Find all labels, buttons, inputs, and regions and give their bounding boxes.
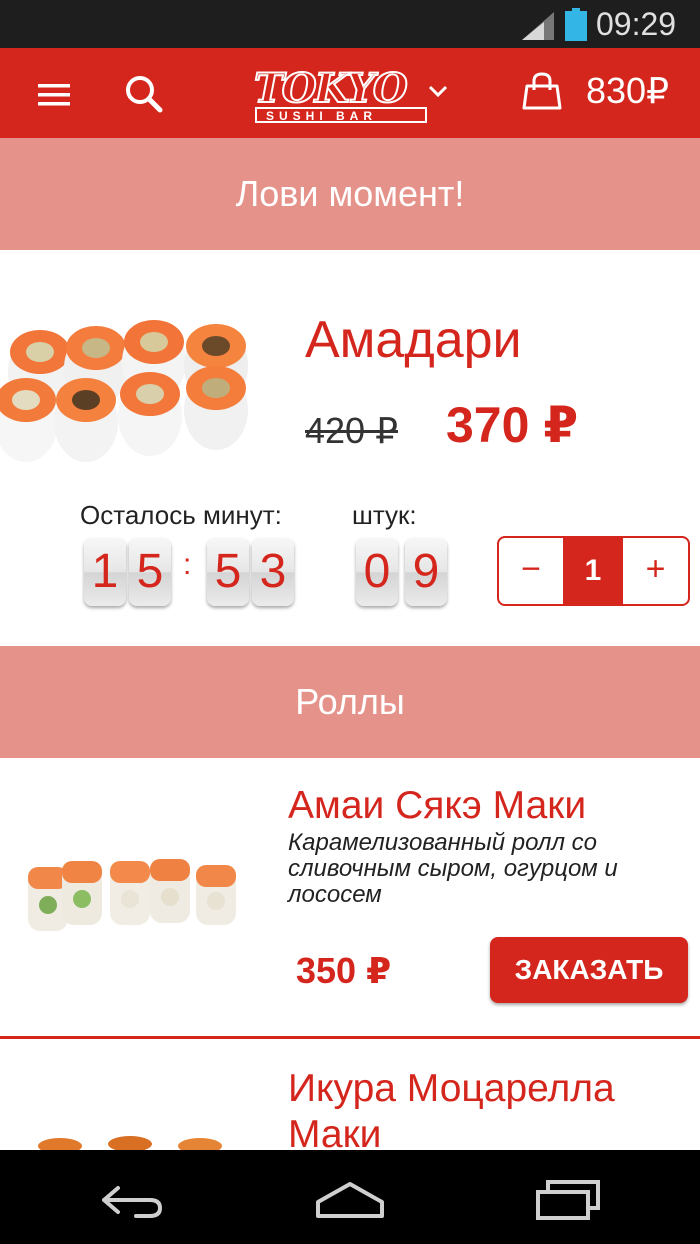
promo-new-price: 370 ₽ (446, 397, 579, 453)
product-description: Карамелизованный ролл со сливочным сыром… (288, 829, 618, 908)
search-icon[interactable] (122, 72, 166, 116)
product-title[interactable]: Амаи Сякэ Маки (288, 783, 688, 829)
promo-roll-image (0, 320, 248, 462)
minutes-left-label: Осталось минут: (80, 500, 282, 530)
tokyo-sushi-bar-logo[interactable]: TOKYO SUSHI BAR (250, 58, 430, 128)
order-button[interactable]: ЗАКАЗАТЬ (490, 937, 688, 1003)
timer-digit: 1 (84, 538, 126, 606)
product-title[interactable]: Икура Моцарелла Маки (288, 1066, 688, 1158)
shopping-bag-icon[interactable] (522, 72, 562, 110)
quantity-value: 1 (563, 538, 623, 604)
app-screen: 09:29 TOKYO SUSHI BAR 830₽ Лови момент! (0, 0, 700, 1244)
product-image[interactable] (0, 1060, 270, 1150)
pieces-digit: 9 (405, 538, 447, 606)
promo-title: Амадари (305, 311, 522, 369)
promo-old-price: 420 ₽ (305, 410, 398, 451)
quantity-stepper: − 1 + (497, 536, 690, 606)
timer-digit: 5 (207, 538, 249, 606)
menu-icon[interactable] (36, 80, 74, 110)
status-bar (0, 0, 700, 48)
home-icon[interactable] (314, 1180, 386, 1220)
pieces-left-label: штук: (352, 500, 417, 530)
battery-icon (565, 8, 587, 41)
recent-apps-icon[interactable] (534, 1178, 602, 1222)
signal-icon (522, 12, 554, 40)
timer-separator: : (183, 548, 192, 581)
decrease-quantity-button[interactable]: − (499, 538, 563, 604)
card-divider (0, 1036, 700, 1039)
back-icon[interactable] (96, 1180, 166, 1220)
chevron-down-icon[interactable] (426, 82, 450, 100)
timer-digit: 5 (129, 538, 171, 606)
pieces-digit: 0 (356, 538, 398, 606)
timer-digit: 3 (252, 538, 294, 606)
promo-header: Лови момент! (0, 138, 700, 250)
section-header-rolls: Роллы (0, 646, 700, 758)
product-price: 350 ₽ (296, 950, 392, 991)
cart-total[interactable]: 830₽ (586, 70, 669, 112)
increase-quantity-button[interactable]: + (623, 538, 688, 604)
svg-text:TOKYO: TOKYO (254, 65, 408, 112)
svg-text:SUSHI BAR: SUSHI BAR (266, 109, 377, 123)
clock: 09:29 (596, 6, 677, 42)
product-image[interactable] (0, 775, 270, 1005)
